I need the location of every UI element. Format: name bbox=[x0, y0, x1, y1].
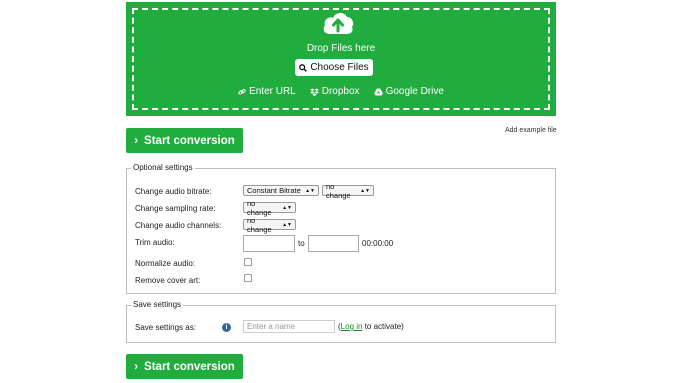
enter-url-link[interactable]: Enter URL bbox=[238, 86, 296, 97]
bitrate-value-select[interactable]: no change ▲▼ bbox=[322, 182, 374, 200]
dropbox-link[interactable]: Dropbox bbox=[309, 86, 360, 97]
trim-end-input[interactable] bbox=[308, 235, 359, 252]
optional-settings-legend: Optional settings bbox=[131, 163, 195, 172]
start-conversion-button-top[interactable]: › Start conversion bbox=[126, 128, 243, 153]
add-example-file-link[interactable]: Add example file bbox=[505, 127, 557, 134]
select-arrows-icon: ▲▼ bbox=[282, 221, 292, 228]
bitrate-mode-select[interactable]: Constant Bitrate ▲▼ bbox=[243, 185, 319, 196]
audio-channels-value: no change bbox=[247, 215, 272, 234]
choose-files-label: Choose Files bbox=[310, 62, 369, 73]
bitrate-value-text: no change bbox=[326, 181, 351, 200]
select-arrows-icon: ▲▼ bbox=[305, 187, 315, 194]
trim-to-label: to bbox=[298, 239, 305, 248]
upload-source-links: Enter URL Dropbox Google Drive bbox=[126, 86, 556, 97]
remove-cover-art-checkbox[interactable] bbox=[244, 274, 252, 282]
sampling-rate-select[interactable]: no change ▲▼ bbox=[243, 199, 296, 217]
choose-files-button[interactable]: Choose Files bbox=[295, 59, 373, 76]
chevron-right-icon: › bbox=[134, 134, 139, 147]
select-arrows-icon: ▲▼ bbox=[282, 204, 292, 211]
normalize-audio-label: Normalize audio: bbox=[135, 259, 196, 268]
sampling-rate-label: Change sampling rate: bbox=[135, 204, 216, 213]
dropbox-icon bbox=[309, 87, 319, 96]
search-icon bbox=[299, 63, 308, 72]
start-conversion-label: Start conversion bbox=[144, 134, 235, 147]
trim-duration: 00:00:00 bbox=[362, 239, 394, 248]
sampling-rate-value: no change bbox=[247, 198, 272, 217]
trim-start-input[interactable] bbox=[243, 235, 295, 252]
settings-name-placeholder: Enter a name bbox=[247, 322, 296, 331]
audio-channels-select[interactable]: no change ▲▼ bbox=[243, 216, 296, 234]
dropbox-label: Dropbox bbox=[321, 86, 360, 97]
google-drive-icon bbox=[373, 87, 383, 96]
save-settings-label: Save settings as: bbox=[135, 323, 196, 332]
save-settings-fieldset: Save settings Save settings as: i Enter … bbox=[126, 300, 556, 343]
google-drive-link[interactable]: Google Drive bbox=[373, 86, 444, 97]
log-in-link[interactable]: Log in bbox=[341, 322, 363, 331]
select-arrows-icon: ▲▼ bbox=[360, 187, 370, 194]
drop-files-label: Drop Files here bbox=[306, 43, 376, 54]
start-conversion-label: Start conversion bbox=[144, 360, 235, 373]
settings-name-input[interactable]: Enter a name bbox=[243, 320, 335, 333]
bitrate-label: Change audio bitrate: bbox=[135, 187, 212, 196]
optional-settings-fieldset: Optional settings Change audio bitrate: … bbox=[126, 163, 556, 294]
google-drive-label: Google Drive bbox=[385, 86, 444, 97]
chevron-right-icon: › bbox=[134, 360, 139, 373]
link-icon bbox=[238, 88, 246, 95]
audio-channels-label: Change audio channels: bbox=[135, 221, 222, 230]
trim-audio-label: Trim audio: bbox=[135, 238, 175, 247]
start-conversion-button-bottom[interactable]: › Start conversion bbox=[126, 354, 243, 379]
cloud-upload-icon bbox=[323, 12, 354, 34]
remove-cover-art-label: Remove cover art: bbox=[135, 276, 201, 285]
login-hint: (Log in to activate) bbox=[338, 322, 404, 331]
enter-url-label: Enter URL bbox=[249, 86, 296, 97]
bitrate-mode-value: Constant Bitrate bbox=[247, 186, 301, 195]
save-settings-legend: Save settings bbox=[131, 300, 184, 309]
upload-dropzone[interactable]: Drop Files here Choose Files Enter URL D… bbox=[126, 2, 556, 116]
activate-hint-text: to activate) bbox=[362, 322, 404, 331]
normalize-audio-checkbox[interactable] bbox=[244, 258, 252, 266]
info-icon[interactable]: i bbox=[222, 323, 231, 332]
